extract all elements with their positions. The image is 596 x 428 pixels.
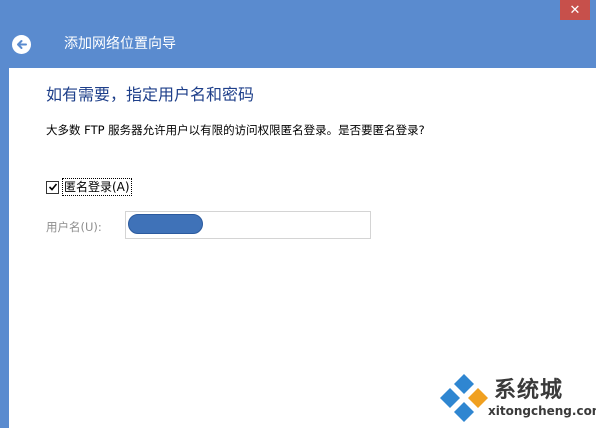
watermark: 系统城 xitongcheng.com [436,372,596,424]
close-icon: ✕ [569,2,581,18]
anonymous-login-checkbox[interactable] [46,180,59,194]
back-button[interactable] [12,35,31,54]
username-label: 用户名(U): [46,220,102,234]
watermark-title: 系统城 [494,378,564,403]
window-title: 添加网络位置向导 [64,36,176,52]
wizard-window: ✕ 添加网络位置向导 如有需要，指定用户名和密码 大多数 FTP 服务器允许用户… [0,0,596,428]
checkmark-icon [48,183,57,191]
username-input[interactable] [125,211,371,239]
page-description: 大多数 FTP 服务器允许用户以有限的访问权限匿名登录。是否要匿名登录? [46,123,425,137]
page-heading: 如有需要，指定用户名和密码 [46,85,255,104]
title-bar: ✕ 添加网络位置向导 [0,0,596,68]
watermark-url: xitongcheng.com [488,404,596,418]
redacted-value [128,214,203,234]
close-button[interactable]: ✕ [560,0,590,20]
anonymous-login-label[interactable]: 匿名登录(A) [62,178,132,196]
anonymous-login-option[interactable]: 匿名登录(A) [46,178,132,196]
back-arrow-icon [17,40,27,49]
diamond-logo-icon [440,374,488,422]
